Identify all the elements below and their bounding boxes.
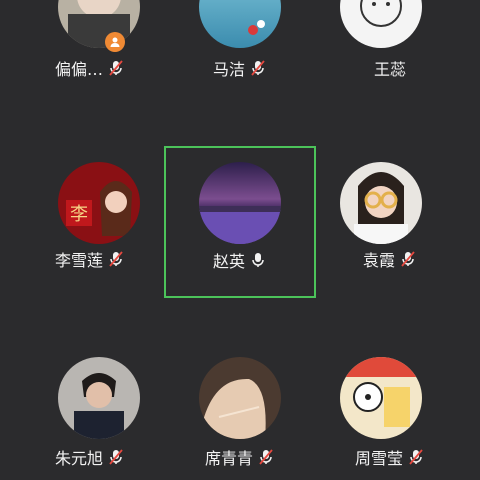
participant-name: 偏偏…	[54, 60, 103, 79]
video-call-grid: 偏偏… 马洁 王蕊 李 李雪莲 赵英 袁霞 朱元旭 席青青 周雪莹	[0, 0, 480, 480]
avatar	[340, 357, 422, 439]
participant-name-row: 周雪莹	[315, 445, 465, 469]
avatar	[340, 162, 422, 244]
mic-icon	[249, 251, 267, 269]
avatar	[199, 162, 281, 244]
participant-tile-4[interactable]: 李 李雪莲	[15, 147, 165, 297]
mic-muted-icon	[407, 448, 425, 466]
participant-name: 周雪莹	[354, 449, 403, 468]
mic-muted-icon	[107, 448, 125, 466]
participant-name: 袁霞	[362, 251, 395, 270]
participant-tile-6[interactable]: 袁霞	[315, 147, 465, 297]
participant-tile-2[interactable]: 马洁	[165, 0, 315, 79]
participant-name-row: 偏偏…	[15, 56, 165, 80]
host-icon	[105, 32, 125, 52]
mic-muted-icon	[399, 250, 417, 268]
avatar	[58, 0, 140, 48]
mic-muted-icon	[249, 59, 267, 77]
participant-name-row: 赵英	[166, 248, 314, 272]
participant-name: 李雪莲	[54, 251, 103, 270]
avatar: 李	[58, 162, 140, 244]
participant-name: 王蕊	[373, 60, 406, 79]
participant-name-row: 朱元旭	[15, 445, 165, 469]
participant-name: 席青青	[204, 449, 253, 468]
participant-name: 马洁	[212, 60, 245, 79]
participant-tile-1[interactable]: 偏偏…	[15, 0, 165, 79]
participant-name-row: 席青青	[165, 445, 315, 469]
mic-muted-icon	[107, 250, 125, 268]
participant-name: 赵英	[212, 252, 245, 271]
avatar	[58, 357, 140, 439]
participant-tile-8[interactable]: 席青青	[165, 345, 315, 480]
avatar	[199, 357, 281, 439]
participant-name-row: 李雪莲	[15, 247, 165, 271]
mic-muted-icon	[107, 59, 125, 77]
participant-name-row: 袁霞	[315, 247, 465, 271]
mic-muted-icon	[257, 448, 275, 466]
participant-tile-5[interactable]: 赵英	[164, 146, 316, 298]
participant-name-row: 王蕊	[315, 56, 465, 80]
participant-tile-3[interactable]: 王蕊	[315, 0, 465, 79]
participant-name: 朱元旭	[54, 449, 103, 468]
participant-tile-7[interactable]: 朱元旭	[15, 345, 165, 480]
avatar	[199, 0, 281, 48]
avatar-text: 李	[70, 204, 88, 225]
participant-tile-9[interactable]: 周雪莹	[315, 345, 465, 480]
avatar	[340, 0, 422, 48]
participant-name-row: 马洁	[165, 56, 315, 80]
